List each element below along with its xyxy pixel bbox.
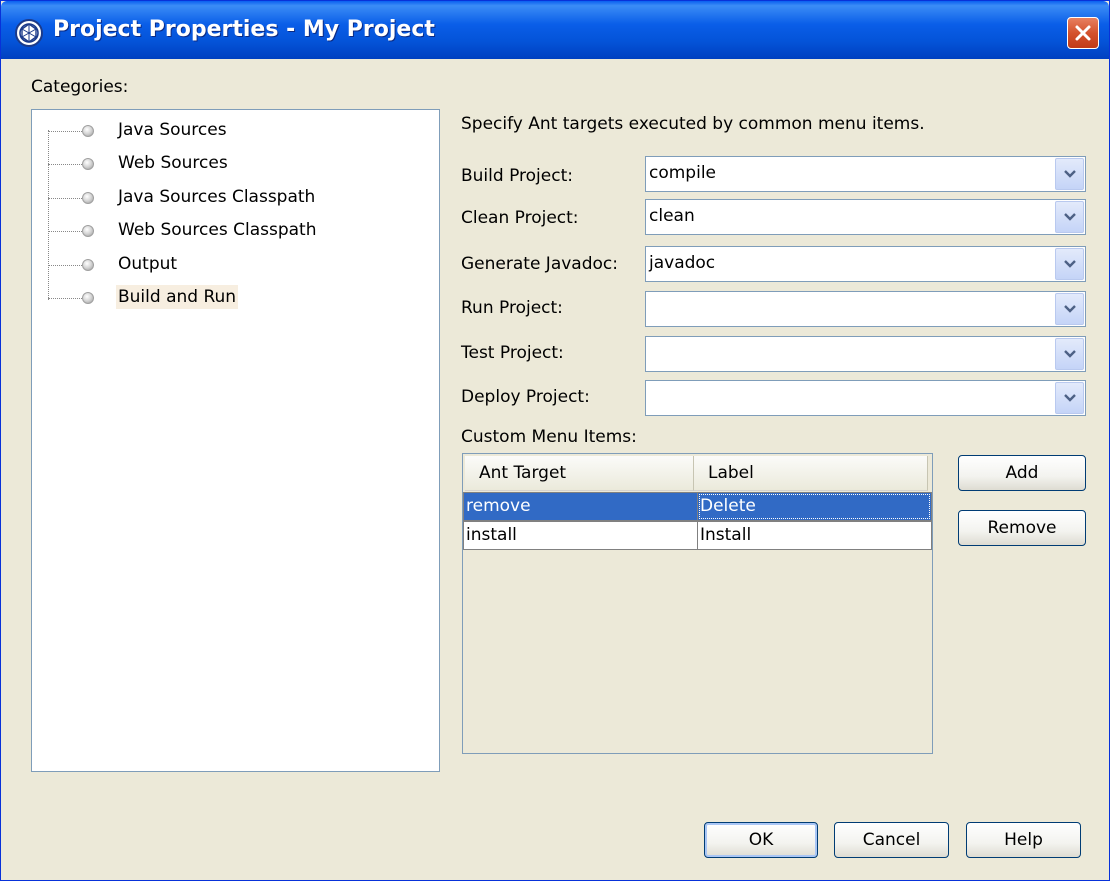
categories-label: Categories: — [31, 77, 129, 97]
chevron-down-icon — [1063, 350, 1076, 358]
chevron-down-icon — [1063, 260, 1076, 268]
dropdown-button[interactable] — [1055, 248, 1084, 280]
title-bar[interactable]: Project Properties - My Project — [1, 1, 1109, 59]
dropdown-button[interactable] — [1055, 338, 1084, 370]
bullet-icon — [82, 259, 94, 271]
test-project-label: Test Project: — [461, 343, 564, 363]
combo-value: clean — [649, 206, 695, 226]
tree-item-label: Java Sources Classpath — [118, 187, 316, 207]
table-cell[interactable]: install — [463, 521, 698, 550]
generate-javadoc-combo[interactable]: javadoc — [645, 246, 1086, 282]
tree-item-web-sources[interactable]: Web Sources — [32, 148, 432, 180]
chevron-down-icon — [1063, 213, 1076, 221]
dropdown-button[interactable] — [1055, 293, 1084, 325]
netbeans-logo-icon — [15, 19, 43, 47]
cell-text: Install — [700, 525, 752, 545]
window-title: Project Properties - My Project — [53, 17, 435, 42]
table-cell[interactable]: remove — [463, 492, 698, 521]
tree-item-label: Java Sources — [118, 120, 227, 140]
tree-connector — [48, 164, 84, 165]
table-cell[interactable]: Install — [697, 521, 932, 550]
categories-tree[interactable]: Java Sources Web Sources Java Sources Cl… — [31, 109, 440, 772]
cell-text: Delete — [700, 496, 756, 516]
chevron-down-icon — [1063, 170, 1076, 178]
run-project-label: Run Project: — [461, 298, 563, 318]
deploy-project-combo[interactable] — [645, 380, 1086, 416]
bullet-icon — [82, 125, 94, 137]
bullet-icon — [82, 225, 94, 237]
custom-menu-items-label: Custom Menu Items: — [461, 427, 637, 447]
tree-item-web-sources-classpath[interactable]: Web Sources Classpath — [32, 215, 432, 247]
tree-connector — [48, 298, 84, 299]
close-button[interactable] — [1067, 17, 1099, 49]
column-header-ant-target[interactable]: Ant Target — [465, 456, 694, 491]
column-header-label[interactable]: Label — [694, 456, 928, 491]
bullet-icon — [82, 192, 94, 204]
column-header-label: Label — [708, 463, 754, 483]
column-header-label: Ant Target — [479, 463, 567, 483]
bullet-icon — [82, 158, 94, 170]
build-project-combo[interactable]: compile — [645, 156, 1086, 192]
chevron-down-icon — [1063, 305, 1076, 313]
tree-connector — [48, 198, 84, 199]
dropdown-button[interactable] — [1055, 158, 1084, 190]
combo-value: compile — [649, 163, 717, 183]
cell-text: remove — [466, 496, 531, 516]
help-button[interactable]: Help — [966, 822, 1081, 858]
test-project-combo[interactable] — [645, 336, 1086, 372]
tree-connector — [48, 131, 84, 132]
chevron-down-icon — [1063, 394, 1076, 402]
tree-item-java-sources[interactable]: Java Sources — [32, 115, 432, 147]
tree-item-label: Web Sources Classpath — [118, 220, 317, 240]
tree-item-label: Web Sources — [118, 153, 228, 173]
dropdown-button[interactable] — [1055, 201, 1084, 233]
combo-value: javadoc — [649, 253, 716, 273]
custom-menu-table[interactable]: Ant Target Label remove Delete install I… — [462, 453, 933, 754]
bullet-icon — [82, 292, 94, 304]
tree-item-output[interactable]: Output — [32, 249, 432, 281]
dropdown-button[interactable] — [1055, 382, 1084, 414]
dialog-window: Project Properties - My Project Categori… — [0, 0, 1110, 881]
add-button[interactable]: Add — [958, 455, 1086, 491]
tree-item-label: Build and Run — [116, 285, 239, 309]
clean-project-label: Clean Project: — [461, 208, 579, 228]
table-cell[interactable]: Delete — [697, 492, 932, 521]
panel-description: Specify Ant targets executed by common m… — [461, 114, 925, 134]
tree-connector — [48, 231, 84, 232]
ok-button[interactable]: OK — [704, 822, 818, 858]
cancel-button[interactable]: Cancel — [834, 822, 949, 858]
build-project-label: Build Project: — [461, 166, 573, 186]
close-x-icon — [1075, 25, 1091, 41]
generate-javadoc-label: Generate Javadoc: — [461, 254, 618, 274]
clean-project-combo[interactable]: clean — [645, 199, 1086, 235]
tree-item-build-and-run[interactable]: Build and Run — [32, 282, 432, 314]
tree-connector — [48, 265, 84, 266]
remove-button[interactable]: Remove — [958, 510, 1086, 546]
tree-item-java-sources-classpath[interactable]: Java Sources Classpath — [32, 182, 432, 214]
deploy-project-label: Deploy Project: — [461, 387, 590, 407]
cell-text: install — [466, 525, 517, 545]
run-project-combo[interactable] — [645, 291, 1086, 327]
tree-item-label: Output — [118, 254, 178, 274]
